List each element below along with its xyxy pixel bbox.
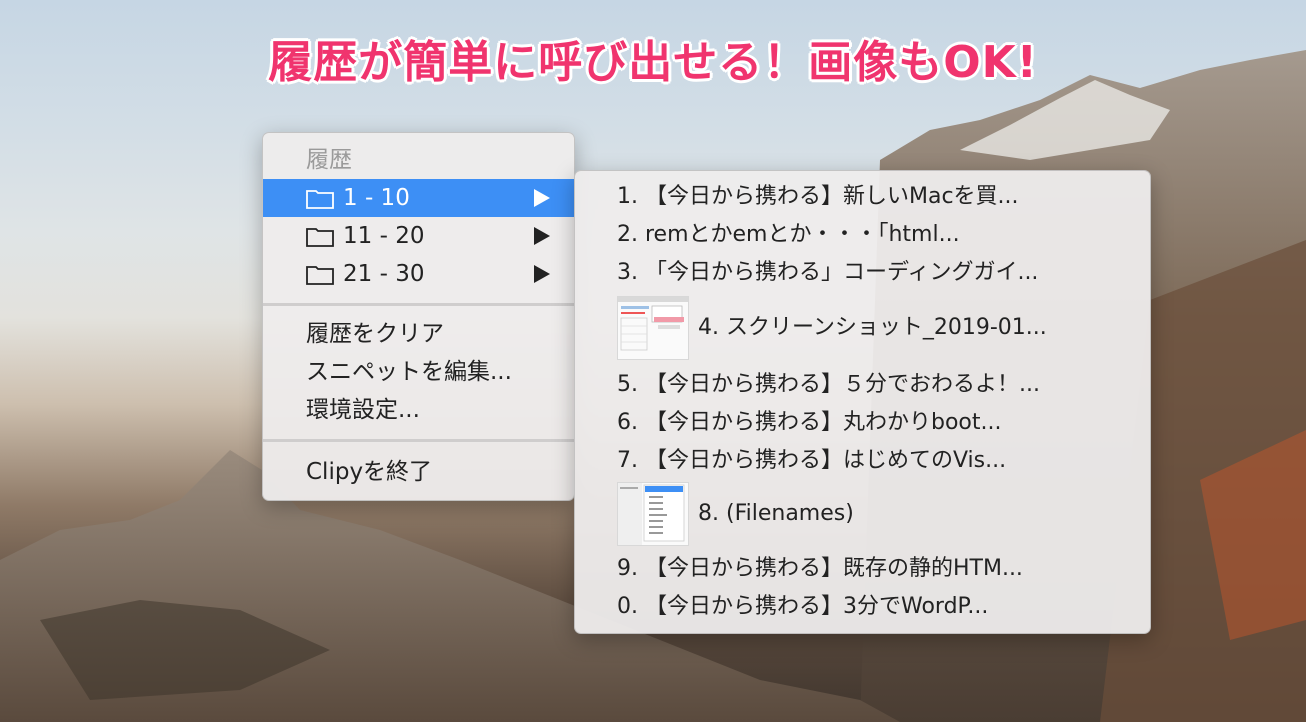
promo-headline: 履歴が簡単に呼び出せる！画像もOK! <box>268 37 1038 88</box>
menu-item-folder-1-10[interactable]: 1 - 10 <box>263 179 574 217</box>
menu-item-folder-11-20[interactable]: 11 - 20 <box>263 217 574 255</box>
history-item[interactable]: 3. 「今日から携わる」コーディングガイ... <box>575 255 1150 291</box>
history-item[interactable]: 9. 【今日から携わる】既存の静的HTM... <box>575 551 1150 587</box>
menu-header-label: 履歴 <box>306 147 352 173</box>
folder-icon <box>306 266 334 285</box>
quit-clipy-label: Clipyを終了 <box>306 459 433 485</box>
history-item-label: 2. remとかemとか・・・「html... <box>617 222 960 247</box>
history-item-label: 5. 【今日から携わる】５分でおわるよ！... <box>617 372 1040 397</box>
clear-history-item[interactable]: 履歴をクリア <box>263 315 574 353</box>
screenshot-thumbnail-icon <box>617 296 689 360</box>
history-item-label: 8. (Filenames) <box>698 501 854 526</box>
history-item-label: 9. 【今日から携わる】既存の静的HTM... <box>617 556 1023 581</box>
submenu-arrow-icon <box>534 265 550 283</box>
clipy-history-menu: 履歴 1 - 10 11 - 20 21 - 30 履歴をクリア スニペットを編… <box>262 132 575 501</box>
folder-icon <box>306 228 334 247</box>
history-item[interactable]: 6. 【今日から携わる】丸わかりboot... <box>575 405 1150 441</box>
history-item-image[interactable]: 4. スクリーンショット_2019-01... <box>575 295 1150 361</box>
preferences-item[interactable]: 環境設定... <box>263 391 574 429</box>
edit-snippets-label: スニペットを編集... <box>306 359 512 385</box>
preferences-label: 環境設定... <box>306 397 420 423</box>
submenu-arrow-icon <box>534 189 550 207</box>
clear-history-label: 履歴をクリア <box>306 321 444 347</box>
menu-item-folder-21-30[interactable]: 21 - 30 <box>263 255 574 293</box>
folder-icon <box>306 190 334 209</box>
history-item-label: 3. 「今日から携わる」コーディングガイ... <box>617 260 1039 285</box>
history-item-label: 7. 【今日から携わる】はじめてのVis... <box>617 448 1007 473</box>
history-item-label: 1. 【今日から携わる】新しいMacを買... <box>617 184 1019 209</box>
menu-separator <box>263 439 574 442</box>
edit-snippets-item[interactable]: スニペットを編集... <box>263 353 574 391</box>
history-item[interactable]: 0. 【今日から携わる】3分でWordP... <box>575 589 1150 625</box>
history-submenu-1-10: 1. 【今日から携わる】新しいMacを買... 2. remとかemとか・・・「… <box>574 170 1151 634</box>
submenu-arrow-icon <box>534 227 550 245</box>
history-item[interactable]: 5. 【今日から携わる】５分でおわるよ！... <box>575 367 1150 403</box>
folder-label: 1 - 10 <box>343 185 410 211</box>
history-item-label: 6. 【今日から携わる】丸わかりboot... <box>617 410 1002 435</box>
history-item-image[interactable]: 8. (Filenames) <box>575 481 1150 547</box>
quit-clipy-item[interactable]: Clipyを終了 <box>263 453 574 491</box>
folder-label: 11 - 20 <box>343 223 425 249</box>
history-item-label: 4. スクリーンショット_2019-01... <box>698 315 1047 340</box>
menu-separator <box>263 303 574 306</box>
folder-label: 21 - 30 <box>343 261 425 287</box>
history-item[interactable]: 1. 【今日から携わる】新しいMacを買... <box>575 179 1150 215</box>
history-item-label: 0. 【今日から携わる】3分でWordP... <box>617 594 989 619</box>
menu-header-history: 履歴 <box>263 141 574 179</box>
history-item[interactable]: 2. remとかemとか・・・「html... <box>575 217 1150 253</box>
filenames-thumbnail-icon <box>617 482 689 546</box>
history-item[interactable]: 7. 【今日から携わる】はじめてのVis... <box>575 443 1150 479</box>
